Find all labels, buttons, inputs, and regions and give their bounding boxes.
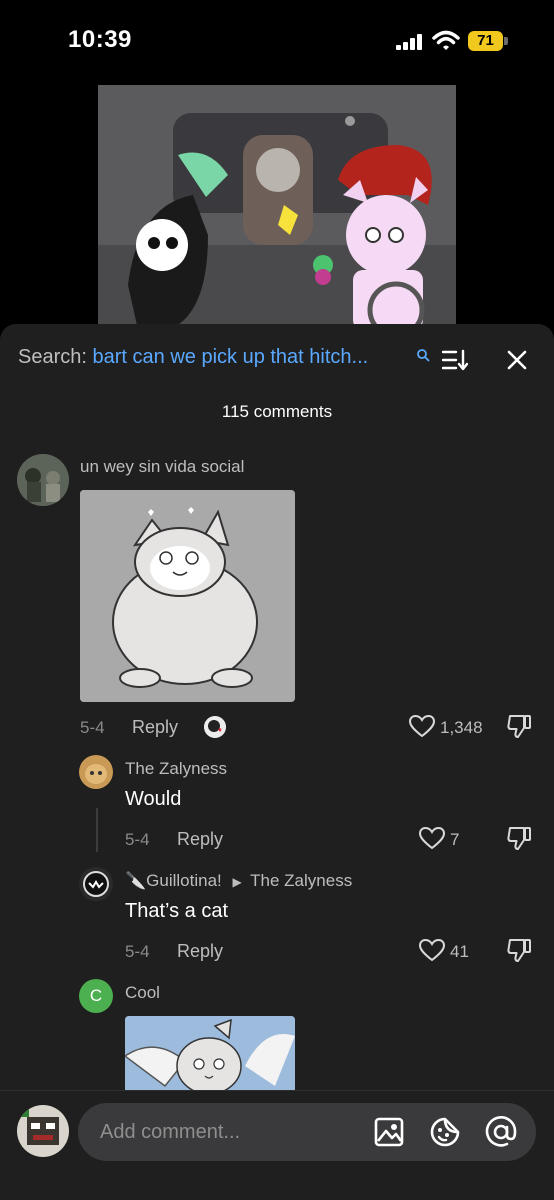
like-count: 1,348 — [440, 718, 483, 737]
heart-icon[interactable] — [409, 715, 435, 739]
reply-arrow-icon: ▶ — [232, 875, 242, 889]
status-time: 10:39 — [68, 26, 132, 53]
like-count: 41 — [450, 942, 469, 961]
comment-count: 115 comments — [221, 402, 333, 421]
sort-icon[interactable] — [442, 349, 468, 371]
image-icon[interactable] — [372, 1115, 406, 1149]
battery-icon: 71 — [468, 31, 508, 51]
video-artwork — [98, 85, 456, 330]
cellular-signal-icon — [396, 34, 422, 50]
comment-username[interactable]: The Zalyness — [125, 759, 227, 779]
cat-drawing — [80, 490, 295, 702]
comments-panel: Search: bart can we pick up that hitch..… — [0, 324, 554, 1200]
heart-icon[interactable] — [419, 939, 445, 963]
mention-icon[interactable] — [484, 1115, 518, 1149]
comment-date: 5-4 — [125, 942, 150, 961]
search-query[interactable]: bart can we pick up that hitch... — [93, 346, 369, 368]
avatar-image — [17, 454, 69, 506]
reply-button[interactable]: Reply — [132, 717, 178, 738]
avatar[interactable]: C — [79, 979, 113, 1013]
avatar-image — [79, 867, 113, 901]
status-bar: 10:39 71 — [0, 0, 554, 80]
wifi-icon — [432, 30, 460, 50]
comment-username[interactable]: un wey sin vida social — [80, 457, 244, 477]
dislike-icon[interactable] — [506, 713, 532, 739]
angel-cat-drawing — [125, 1016, 295, 1096]
search-icon[interactable] — [416, 348, 430, 362]
comment-input[interactable] — [100, 1113, 360, 1151]
comment-date: 5-4 — [125, 830, 150, 849]
avatar-letter: C — [89, 986, 103, 1005]
comment-image[interactable] — [80, 490, 295, 702]
search-label: Search: — [18, 346, 87, 368]
reply-button[interactable]: Reply — [177, 829, 223, 850]
avatar[interactable] — [79, 755, 113, 789]
comment-text: That’s a cat — [125, 900, 229, 922]
video-thumbnail[interactable] — [98, 85, 456, 330]
username-text[interactable]: 🔪Guillotina! — [125, 871, 222, 890]
comment-input-bar — [0, 1090, 554, 1200]
avatar-image — [79, 755, 113, 789]
reply-button[interactable]: Reply — [177, 941, 223, 962]
comment-username[interactable]: Cool — [125, 983, 160, 1003]
avatar[interactable] — [17, 454, 69, 506]
reply-to-username[interactable]: The Zalyness — [250, 871, 352, 890]
dislike-icon[interactable] — [506, 937, 532, 963]
thread-line — [96, 808, 98, 852]
battery-level: 71 — [477, 32, 494, 49]
close-icon[interactable] — [505, 348, 529, 372]
my-avatar[interactable] — [17, 1105, 69, 1157]
comment-date: 5-4 — [80, 718, 105, 737]
avatar-image — [17, 1105, 69, 1157]
comment-image[interactable] — [125, 1016, 295, 1096]
like-count: 7 — [450, 830, 460, 849]
comment-username[interactable]: 🔪Guillotina! ▶ The Zalyness — [125, 871, 352, 891]
creator-heart-icon — [204, 716, 226, 738]
avatar[interactable] — [79, 867, 113, 901]
heart-icon[interactable] — [419, 827, 445, 851]
creator-liked-avatar — [204, 716, 226, 738]
dislike-icon[interactable] — [506, 825, 532, 851]
comment-text: Would — [125, 788, 182, 810]
comment-input-container[interactable] — [78, 1103, 536, 1161]
emoji-icon[interactable] — [428, 1115, 462, 1149]
